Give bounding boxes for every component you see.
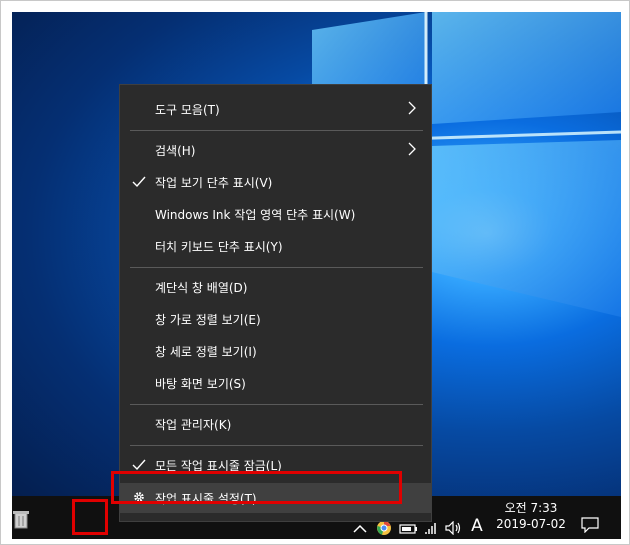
- menu-separator: [130, 130, 423, 131]
- wifi-icon[interactable]: [424, 522, 440, 536]
- volume-icon[interactable]: [445, 521, 463, 535]
- menu-item-cascade-windows[interactable]: 계단식 창 배열(D): [120, 272, 431, 302]
- chevron-up-icon[interactable]: [353, 524, 367, 534]
- clock-date[interactable]: 2019-07-02: [492, 517, 570, 531]
- taskbar-context-menu: 도구 모음(T) 검색(H) 작업 보기 단추 표시(V) Windows In…: [119, 84, 432, 522]
- menu-item-search[interactable]: 검색(H): [120, 135, 431, 165]
- menu-item-show-stacked[interactable]: 창 가로 정렬 보기(E): [120, 304, 431, 334]
- menu-separator: [130, 445, 423, 446]
- menu-item-label: 검색(H): [155, 144, 196, 158]
- menu-item-task-manager[interactable]: 작업 관리자(K): [120, 409, 431, 439]
- menu-separator: [130, 404, 423, 405]
- menu-item-label: Windows Ink 작업 영역 단추 표시(W): [155, 208, 356, 222]
- chrome-icon[interactable]: [376, 520, 392, 536]
- chevron-right-icon: [408, 142, 416, 156]
- menu-item-show-desktop[interactable]: 바탕 화면 보기(S): [120, 368, 431, 398]
- screenshot-frame: A 오전 7:33 2019-07-02 도구 모음(T) 검색(H) 작업 보…: [0, 0, 630, 545]
- annotation-box-taskbar-settings: [111, 471, 402, 504]
- chevron-right-icon: [408, 101, 416, 115]
- menu-item-label: 작업 관리자(K): [155, 418, 232, 432]
- ime-indicator[interactable]: A: [467, 516, 487, 536]
- menu-item-show-touch-keyboard[interactable]: 터치 키보드 단추 표시(Y): [120, 231, 431, 261]
- recycle-bin-icon[interactable]: [12, 508, 30, 530]
- menu-separator: [130, 267, 423, 268]
- menu-item-toolbars[interactable]: 도구 모음(T): [120, 94, 431, 124]
- desktop-wallpaper: A 오전 7:33 2019-07-02 도구 모음(T) 검색(H) 작업 보…: [12, 12, 621, 539]
- menu-item-label: 창 가로 정렬 보기(E): [155, 313, 261, 327]
- menu-item-label: 바탕 화면 보기(S): [155, 377, 246, 391]
- menu-item-label: 터치 키보드 단추 표시(Y): [155, 240, 283, 254]
- checkmark-icon: [132, 459, 146, 471]
- menu-item-show-side-by-side[interactable]: 창 세로 정렬 보기(I): [120, 336, 431, 366]
- menu-item-show-task-view[interactable]: 작업 보기 단추 표시(V): [120, 167, 431, 197]
- menu-item-label: 작업 보기 단추 표시(V): [155, 176, 273, 190]
- menu-item-label: 창 세로 정렬 보기(I): [155, 345, 257, 359]
- notification-icon[interactable]: [581, 517, 599, 533]
- battery-icon[interactable]: [399, 522, 419, 536]
- menu-item-show-windows-ink[interactable]: Windows Ink 작업 영역 단추 표시(W): [120, 199, 431, 229]
- menu-item-label: 도구 모음(T): [155, 103, 220, 117]
- checkmark-icon: [132, 176, 146, 188]
- clock-time[interactable]: 오전 7:33: [492, 499, 570, 516]
- annotation-box-taskbar: [72, 499, 108, 535]
- menu-item-label: 계단식 창 배열(D): [155, 281, 248, 295]
